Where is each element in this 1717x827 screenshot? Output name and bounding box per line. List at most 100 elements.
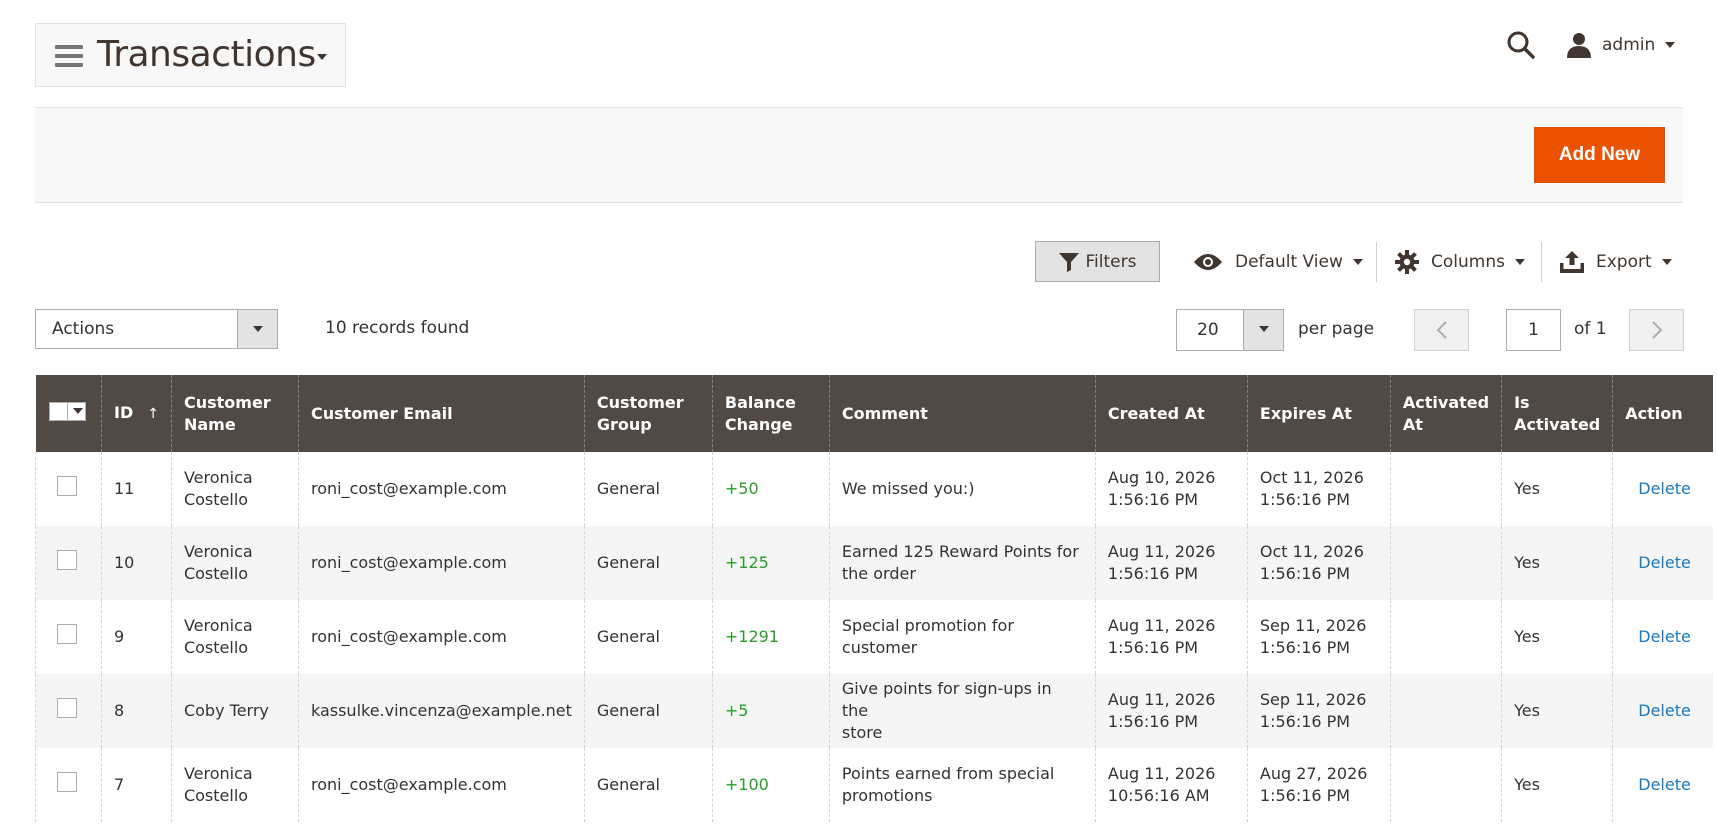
- user-menu[interactable]: admin: [1566, 30, 1676, 60]
- filters-button[interactable]: Filters: [1035, 241, 1160, 282]
- row-checkbox[interactable]: [57, 476, 77, 496]
- cell-comment: Points earned from special promotions: [828, 748, 1096, 822]
- cell-balance-change: +100: [711, 748, 830, 822]
- cell-customer-group: General: [583, 748, 713, 822]
- column-header-activated-at[interactable]: Activated At: [1389, 375, 1502, 452]
- columns-dropdown[interactable]: Columns: [1395, 246, 1525, 278]
- mass-actions-select[interactable]: Actions: [35, 309, 278, 349]
- username: admin: [1602, 35, 1656, 55]
- cell-activated-at: [1389, 600, 1502, 674]
- cell-is-activated: Yes: [1501, 526, 1613, 600]
- caret-down-icon[interactable]: [72, 408, 83, 414]
- table-row: 9 Veronica Costello roni_cost@example.com…: [35, 600, 1713, 674]
- cell-expires-at: Oct 11, 2026 1:56:16 PM: [1246, 452, 1391, 526]
- column-header-select: [35, 375, 102, 452]
- page-actions-bar: Add New: [35, 108, 1683, 203]
- cell-customer-group: General: [583, 674, 713, 748]
- per-page-value: 20: [1197, 320, 1219, 340]
- delete-link[interactable]: Delete: [1625, 553, 1691, 572]
- cell-customer-email: kassulke.vincenza@example.net: [297, 674, 585, 748]
- cell-is-activated: Yes: [1501, 674, 1613, 748]
- page-title-menu[interactable]: Transactions: [35, 23, 346, 87]
- cell-activated-at: [1389, 452, 1502, 526]
- cell-customer-email: roni_cost@example.com: [297, 748, 585, 822]
- cell-action: Delete: [1612, 748, 1713, 822]
- cell-customer-group: General: [583, 452, 713, 526]
- chevron-down-icon[interactable]: [237, 310, 277, 348]
- cell-comment: We missed you:): [828, 452, 1096, 526]
- cell-created-at: Aug 11, 2026 1:56:16 PM: [1094, 526, 1248, 600]
- default-view-dropdown[interactable]: Default View: [1193, 246, 1363, 278]
- delete-link[interactable]: Delete: [1625, 701, 1691, 720]
- cell-customer-name: Coby Terry: [170, 674, 299, 748]
- table-header-row: ID ↑ Customer Name Customer Email Customer…: [35, 375, 1713, 452]
- cell-created-at: Aug 11, 2026 1:56:16 PM: [1094, 600, 1248, 674]
- caret-down-icon[interactable]: [317, 54, 327, 60]
- toolbar-divider: [1541, 242, 1542, 282]
- eye-icon: [1194, 254, 1222, 270]
- cell-customer-email: roni_cost@example.com: [297, 600, 585, 674]
- column-header-customer-group[interactable]: Customer Group: [583, 375, 713, 452]
- table-row: 7 Veronica Costello roni_cost@example.com…: [35, 748, 1713, 822]
- row-checkbox[interactable]: [57, 772, 77, 792]
- row-select-cell: [35, 452, 102, 526]
- cell-expires-at: Sep 11, 2026 1:56:16 PM: [1246, 600, 1391, 674]
- sort-ascending-icon: ↑: [147, 406, 159, 422]
- cell-customer-name: Veronica Costello: [170, 600, 299, 674]
- cell-is-activated: Yes: [1501, 748, 1613, 822]
- default-view-label: Default View: [1235, 252, 1343, 272]
- delete-link[interactable]: Delete: [1625, 775, 1691, 794]
- columns-label: Columns: [1431, 252, 1505, 272]
- caret-down-icon: [1661, 259, 1672, 265]
- row-checkbox[interactable]: [57, 698, 77, 718]
- total-pages-label: of 1: [1574, 319, 1607, 339]
- page-title: Transactions: [97, 34, 316, 75]
- cell-expires-at: Oct 11, 2026 1:56:16 PM: [1246, 526, 1391, 600]
- hamburger-icon[interactable]: [55, 45, 83, 67]
- select-all-checkbox[interactable]: [50, 402, 68, 420]
- cell-created-at: Aug 10, 2026 1:56:16 PM: [1094, 452, 1248, 526]
- search-icon[interactable]: [1506, 30, 1536, 60]
- next-page-button[interactable]: [1629, 309, 1684, 351]
- export-dropdown[interactable]: Export: [1560, 246, 1672, 278]
- cell-customer-group: General: [583, 600, 713, 674]
- cell-id: 10: [101, 526, 172, 600]
- column-header-created-at[interactable]: Created At: [1094, 375, 1248, 452]
- column-header-customer-name[interactable]: Customer Name: [170, 375, 299, 452]
- row-select-cell: [35, 600, 102, 674]
- column-header-customer-email[interactable]: Customer Email: [297, 375, 585, 452]
- previous-page-button[interactable]: [1414, 309, 1469, 351]
- cell-id: 11: [101, 452, 172, 526]
- cell-customer-name: Veronica Costello: [170, 748, 299, 822]
- toolbar-divider: [1376, 242, 1377, 282]
- table-row: 11 Veronica Costello roni_cost@example.co…: [35, 452, 1713, 526]
- export-icon: [1560, 251, 1584, 273]
- cell-comment: Earned 125 Reward Points for the order: [828, 526, 1096, 600]
- column-header-id[interactable]: ID ↑: [101, 375, 172, 452]
- table-row: 10 Veronica Costello roni_cost@example.co…: [35, 526, 1713, 600]
- caret-down-icon: [1665, 42, 1676, 48]
- current-page-input[interactable]: 1: [1506, 309, 1561, 351]
- delete-link[interactable]: Delete: [1625, 479, 1691, 498]
- cell-created-at: Aug 11, 2026 1:56:16 PM: [1094, 674, 1248, 748]
- cell-action: Delete: [1612, 600, 1713, 674]
- delete-link[interactable]: Delete: [1625, 627, 1691, 646]
- add-new-button[interactable]: Add New: [1534, 127, 1665, 183]
- column-header-comment[interactable]: Comment: [828, 375, 1096, 452]
- cell-balance-change: +50: [711, 452, 830, 526]
- per-page-select[interactable]: 20: [1176, 309, 1284, 351]
- cell-balance-change: +125: [711, 526, 830, 600]
- row-checkbox[interactable]: [57, 550, 77, 570]
- column-header-is-activated[interactable]: Is Activated: [1501, 375, 1613, 452]
- gear-icon: [1395, 250, 1419, 274]
- cell-id: 8: [101, 674, 172, 748]
- row-checkbox[interactable]: [57, 624, 77, 644]
- chevron-down-icon[interactable]: [1243, 310, 1283, 350]
- row-select-cell: [35, 526, 102, 600]
- filter-icon: [1058, 252, 1079, 272]
- cell-action: Delete: [1612, 526, 1713, 600]
- column-header-balance-change[interactable]: Balance Change: [711, 375, 830, 452]
- user-icon: [1567, 33, 1591, 58]
- mass-select-dropdown[interactable]: [48, 401, 86, 421]
- column-header-expires-at[interactable]: Expires At: [1246, 375, 1391, 452]
